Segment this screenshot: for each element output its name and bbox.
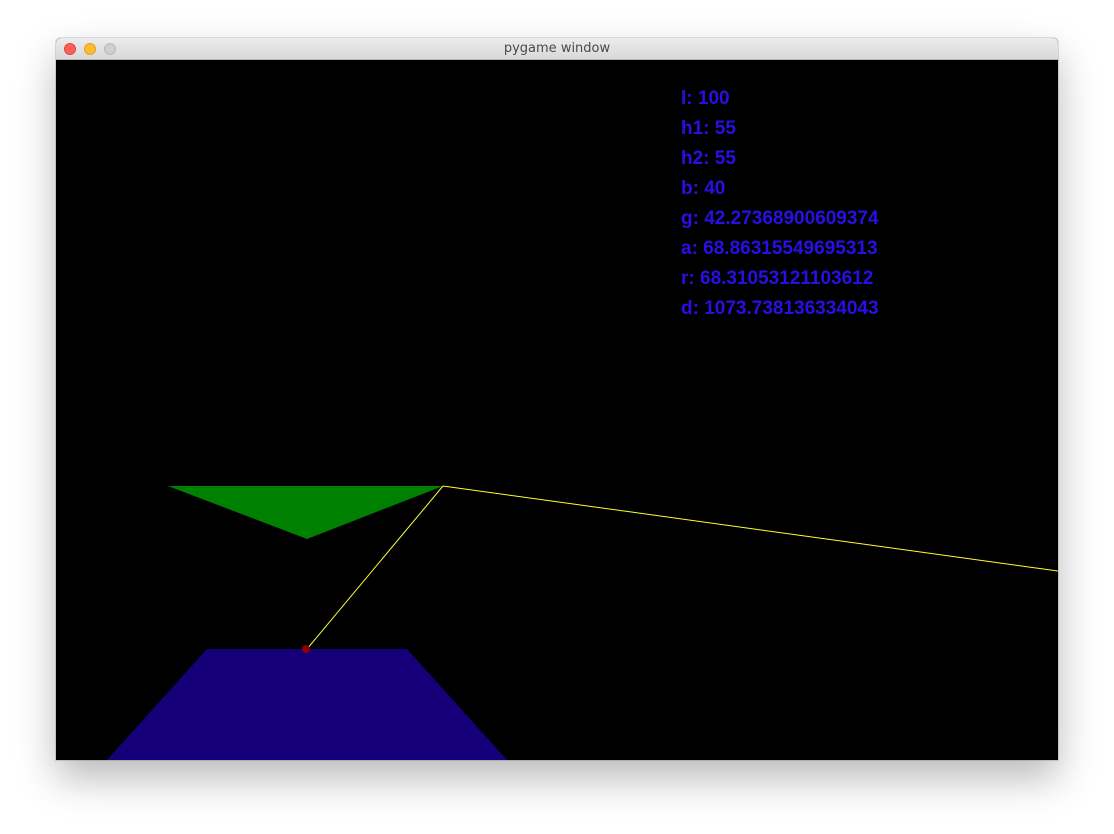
title-bar[interactable]: pygame window [56,38,1058,60]
ray-segment-reflected [442,485,1058,572]
scene [107,485,1058,760]
readout-r: r: 68.31053121103612 [681,268,874,289]
readout-h2: h2: 55 [681,148,736,169]
readout-l: l: 100 [681,88,730,109]
parameter-readout: l: 100 h1: 55 h2: 55 b: 40 g: 42.2736890… [681,88,879,328]
top-triangle [168,486,443,539]
base-trapezoid [107,649,507,760]
readout-a: a: 68.86315549695313 [681,238,878,259]
readout-h1: h1: 55 [681,118,736,139]
pivot-point [302,645,310,653]
game-canvas[interactable]: l: 100 h1: 55 h2: 55 b: 40 g: 42.2736890… [56,60,1058,760]
readout-g: g: 42.27368900609374 [681,208,879,229]
pygame-window: pygame window l: 100 h1: 55 h2: 55 b: 40… [56,38,1058,760]
window-title: pygame window [503,41,611,56]
readout-d: d: 1073.738136334043 [681,298,879,319]
readout-b: b: 40 [681,178,726,199]
